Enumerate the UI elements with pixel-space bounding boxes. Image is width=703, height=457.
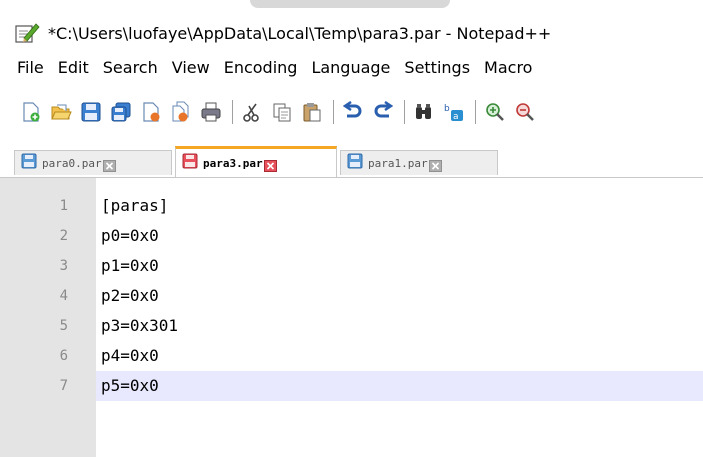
editor-line: 7 <box>0 371 96 401</box>
copy-icon[interactable] <box>271 101 293 123</box>
toolbar-separator <box>404 100 405 124</box>
window-title: *C:\Users\luofaye\AppData\Local\Temp\par… <box>48 23 552 43</box>
tab-close-icon[interactable] <box>263 157 277 172</box>
zoom-in-icon[interactable] <box>484 101 506 123</box>
close-all-icon[interactable] <box>170 101 192 123</box>
toolbar-separator <box>475 100 476 124</box>
line-text[interactable]: [paras] <box>101 191 168 221</box>
tab-para0[interactable]: para0.par <box>14 150 172 175</box>
top-strip <box>0 0 703 14</box>
line-number: 1 <box>59 198 68 214</box>
find-icon[interactable] <box>413 101 435 123</box>
menu-encoding[interactable]: Encoding <box>217 58 305 77</box>
menu-settings[interactable]: Settings <box>397 58 477 77</box>
line-text[interactable]: p2=0x0 <box>101 281 159 311</box>
editor-line[interactable]: 5 p3=0x301 <box>0 311 703 341</box>
menu-language[interactable]: Language <box>304 58 397 77</box>
toolbar-separator <box>232 100 233 124</box>
line-text[interactable]: p5=0x0 <box>101 371 159 401</box>
redo-icon[interactable] <box>372 100 394 123</box>
zoom-out-icon[interactable] <box>514 101 536 123</box>
svg-text:b: b <box>444 104 450 114</box>
editor-line[interactable]: 4 p2=0x0 <box>0 281 703 311</box>
paste-icon[interactable] <box>301 101 323 123</box>
line-number: 2 <box>59 228 68 244</box>
menu-bar: File Edit Search View Encoding Language … <box>0 52 703 82</box>
undo-icon[interactable] <box>342 100 364 123</box>
line-number: 3 <box>59 258 68 274</box>
toolbar-separator <box>333 100 334 124</box>
save-icon[interactable] <box>80 101 102 123</box>
tab-label: para0.par <box>42 156 102 170</box>
modified-file-icon <box>182 153 198 173</box>
line-number: 7 <box>59 378 68 394</box>
svg-text:a: a <box>453 112 459 122</box>
menu-view[interactable]: View <box>165 58 217 77</box>
menu-file[interactable]: File <box>0 58 51 77</box>
cut-icon[interactable] <box>241 101 263 123</box>
print-icon[interactable] <box>200 101 222 123</box>
tab-label: para1.par <box>368 156 428 170</box>
save-all-icon[interactable] <box>110 101 132 123</box>
tab-para3[interactable]: para3.par <box>175 146 337 177</box>
line-text[interactable]: p3=0x301 <box>101 311 178 341</box>
line-number: 6 <box>59 348 68 364</box>
replace-icon[interactable]: ba <box>443 101 465 123</box>
open-file-icon[interactable] <box>50 101 72 123</box>
saved-file-icon <box>21 153 37 173</box>
line-text[interactable]: p1=0x0 <box>101 251 159 281</box>
line-text[interactable]: p4=0x0 <box>101 341 159 371</box>
saved-file-icon <box>347 153 363 173</box>
tab-close-icon[interactable] <box>428 157 442 172</box>
tab-para1[interactable]: para1.par <box>340 150 498 175</box>
tab-close-icon[interactable] <box>102 157 116 172</box>
current-line-highlight[interactable]: p5=0x0 <box>96 371 703 401</box>
title-bar[interactable]: *C:\Users\luofaye\AppData\Local\Temp\par… <box>0 14 703 52</box>
editor-line[interactable]: 1 [paras] <box>0 191 703 221</box>
editor-line[interactable]: 3 p1=0x0 <box>0 251 703 281</box>
menu-edit[interactable]: Edit <box>51 58 96 77</box>
menu-search[interactable]: Search <box>96 58 165 77</box>
editor-line[interactable]: 6 p4=0x0 <box>0 341 703 371</box>
tab-label: para3.par <box>203 156 263 170</box>
menu-macro[interactable]: Macro <box>477 58 539 77</box>
top-shade <box>250 0 450 8</box>
notepad-plus-plus-icon <box>14 22 40 44</box>
tab-bar: para0.par para3.par para1.par <box>0 140 703 178</box>
editor-line[interactable]: 2 p0=0x0 <box>0 221 703 251</box>
line-number: 5 <box>59 318 68 334</box>
line-text[interactable]: p0=0x0 <box>101 221 159 251</box>
line-number: 4 <box>59 288 68 304</box>
new-file-icon[interactable] <box>20 101 42 123</box>
toolbar: ba <box>0 82 703 140</box>
close-icon[interactable] <box>140 101 162 123</box>
text-editor[interactable]: 1 [paras] 2 p0=0x0 3 p1=0x0 4 p2=0x0 5 p… <box>0 178 703 457</box>
